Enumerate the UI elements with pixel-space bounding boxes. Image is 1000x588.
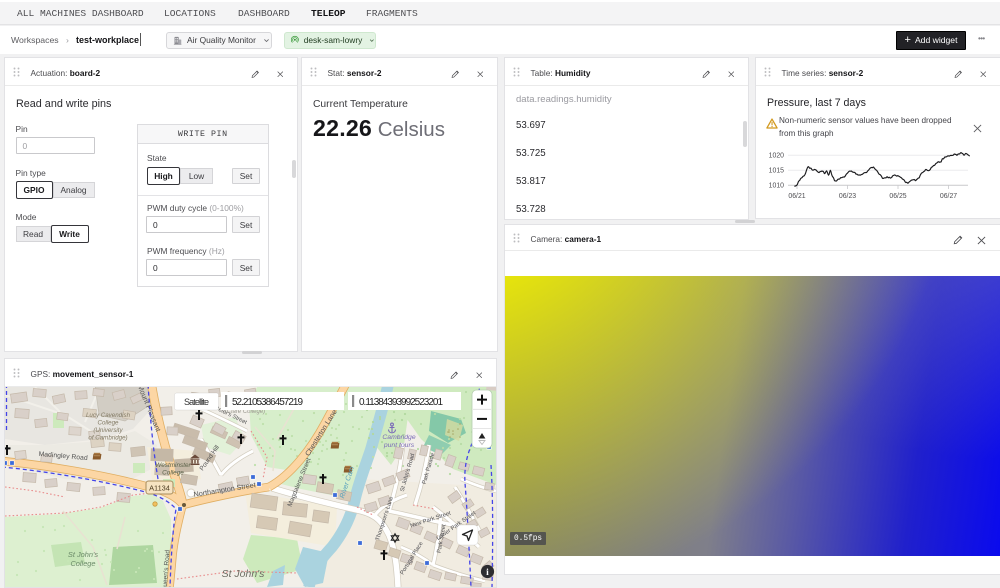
svg-text:52.2105386457219: 52.2105386457219: [232, 397, 303, 408]
svg-text:1020: 1020: [769, 153, 784, 160]
svg-text:06/27: 06/27: [940, 193, 957, 200]
svg-text:A1134: A1134: [149, 484, 170, 493]
svg-text:College: College: [98, 420, 120, 427]
svg-text:punt tours: punt tours: [383, 442, 415, 449]
svg-text:Satellite: Satellite: [184, 397, 209, 407]
svg-text:06/23: 06/23: [839, 193, 856, 200]
svg-text:0.11384393992523201: 0.11384393992523201: [359, 397, 443, 408]
svg-text:06/25: 06/25: [889, 193, 906, 200]
svg-text:1010: 1010: [769, 183, 784, 190]
svg-text:St John's: St John's: [222, 568, 266, 580]
svg-text:Westminster: Westminster: [155, 462, 191, 469]
svg-text:Lucy Cavendish: Lucy Cavendish: [86, 412, 131, 419]
svg-text:1015: 1015: [769, 168, 784, 175]
svg-text:(University: (University: [93, 427, 123, 434]
svg-text:06/21: 06/21: [788, 193, 805, 200]
svg-text:i: i: [486, 568, 489, 578]
svg-text:College: College: [162, 470, 184, 477]
svg-text:of Cambridge): of Cambridge): [88, 435, 127, 442]
svg-text:College: College: [70, 559, 95, 568]
svg-text:St John's: St John's: [68, 550, 98, 559]
svg-text:Cambridge: Cambridge: [382, 434, 415, 441]
